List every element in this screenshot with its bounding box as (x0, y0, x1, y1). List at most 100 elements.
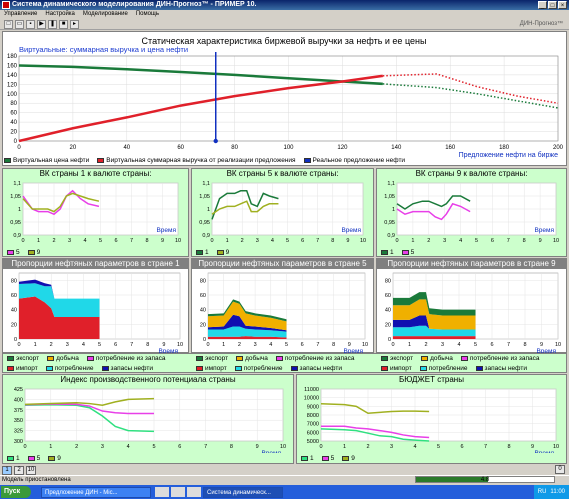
prop-legend-band: экспорт добыча потребление из запаса имп… (2, 353, 567, 373)
main-chart-panel: Статическая характеристика биржевой выру… (2, 31, 567, 166)
x-tick-label: 3 (443, 238, 446, 244)
x-tick-label: 160 (445, 145, 456, 151)
main-chart: Статическая характеристика биржевой выру… (3, 32, 566, 165)
ipp-chart: 012345678910300325350375400425Время (14, 387, 286, 457)
y-tick-label: 20 (200, 322, 206, 328)
x-tick-label: 3 (256, 238, 259, 244)
prop-title: Пропорции нефтяных параметров в стране 9 (377, 259, 566, 269)
open-icon[interactable]: ▭ (15, 19, 24, 29)
y-tick-label: 0 (14, 337, 17, 343)
x-tick-label: 5 (474, 342, 477, 348)
menu-settings[interactable]: Настройка (45, 10, 75, 19)
y-tick-label: 20 (385, 322, 391, 328)
prop-panel-9: Пропорции нефтяных параметров в стране 9… (376, 258, 567, 355)
minimize-icon[interactable]: _ (538, 1, 547, 9)
ipp-title: Индекс производственного потенциала стра… (60, 375, 236, 384)
task-icon[interactable] (155, 487, 169, 497)
legend-item: Виртуальная цена нефти (4, 157, 89, 165)
menu-bar: Управление Настройка Моделирование Помощ… (0, 10, 569, 19)
x-tick-label: 10 (553, 238, 559, 244)
maximize-icon[interactable]: □ (548, 1, 557, 9)
x-tick-label: 7 (507, 238, 510, 244)
x-tick-label: 4 (82, 342, 85, 348)
x-tick-label: 1 (226, 238, 229, 244)
y-tick-label: 0,9 (13, 233, 21, 239)
y-tick-label: 60 (11, 293, 17, 299)
menu-help[interactable]: Помощь (136, 10, 159, 19)
y-tick-label: 9000 (307, 404, 319, 410)
start-button[interactable]: Пуск (1, 486, 31, 498)
x-tick-label: 2 (241, 238, 244, 244)
prop-panel-5: Пропорции нефтяных параметров в стране 5… (191, 258, 374, 355)
x-tick-label: 8 (523, 238, 526, 244)
prop-chart-5: 0 1 2 3 4 5 6 7 8 9 10020406080Время (200, 272, 368, 355)
x-tick-label: 3 (254, 342, 257, 348)
y-tick-label: 20 (10, 130, 17, 136)
y-tick-label: 0,9 (202, 233, 210, 239)
supply-marker-point (213, 138, 218, 144)
progress-value: 4.8 (480, 477, 490, 483)
y-tick-label: 80 (385, 278, 391, 284)
x-tick-label: 6 (491, 238, 494, 244)
y-tick-label: 375 (14, 408, 23, 414)
vk-title: ВК страны 5 к валюте страны: (226, 169, 339, 178)
bottom-right-counter[interactable]: 0 (555, 465, 565, 474)
close-icon[interactable]: × (558, 1, 567, 9)
x-tick-label: 2 (52, 238, 55, 244)
x-tick-label: 7 (130, 238, 133, 244)
y-tick-label: 1 (207, 207, 210, 213)
y-tick-label: 1,05 (10, 194, 21, 200)
y-tick-label: 300 (14, 439, 23, 445)
y-tick-label: 8000 (307, 413, 319, 419)
y-tick-label: 0 (388, 337, 391, 343)
y-tick-label: 400 (14, 397, 23, 403)
window-controls: _ □ × (538, 1, 567, 9)
x-tick-label: 180 (499, 145, 510, 151)
menu-modeling[interactable]: Моделирование (83, 10, 128, 19)
x-tick-label: 20 (70, 145, 77, 151)
tab-2[interactable]: 2 (14, 465, 24, 475)
x-tick-label: 7 (130, 342, 133, 348)
x-tick-label: 8 (523, 342, 526, 348)
language-indicator[interactable]: RU (538, 485, 547, 499)
budget-chart: 0 1 2 3 4 5 6 7 8 9 105000600070008000900010000110… (304, 387, 559, 457)
tab-1[interactable]: 1 (2, 465, 12, 475)
y-tick-label: 5000 (307, 439, 319, 445)
y-tick-label: 160 (7, 63, 18, 69)
toolbar: □ ▭ ▪ ▶ ❚ ■ ▸ (0, 19, 569, 30)
tab-10[interactable]: 10 (26, 465, 36, 475)
x-tick-label: 6 (114, 342, 117, 348)
legend-item: Реальное предложение нефти (303, 157, 405, 165)
prop-legend-1: экспорт добыча потребление из запаса имп… (7, 355, 187, 373)
y-tick-label: 1 (18, 207, 21, 213)
x-tick-label: 0 (210, 238, 213, 244)
pause-icon[interactable]: ❚ (48, 19, 57, 29)
stop-icon[interactable]: ■ (59, 19, 68, 29)
x-tick-label: 40 (123, 145, 130, 151)
legend-item: Виртуальная суммарная выручка от реализа… (97, 157, 296, 165)
task-icon[interactable] (187, 487, 201, 497)
x-tick-label: 5 (99, 238, 102, 244)
menu-control[interactable]: Управление (4, 10, 37, 19)
x-tick-label: 80 (231, 145, 238, 151)
task-word[interactable]: Предложение ДИН - Mic... (41, 486, 151, 498)
task-icon[interactable] (171, 487, 185, 497)
title-bar: Система динамического моделирования ДИН-… (0, 0, 569, 10)
x-tick-label: 9 (256, 444, 259, 450)
save-icon[interactable]: ▪ (26, 19, 35, 29)
x-tick-label: 7 (204, 444, 207, 450)
step-icon[interactable]: ▸ (70, 19, 79, 29)
system-tray: RU 11:00 (533, 485, 569, 499)
x-tick-label: 1 (49, 444, 52, 450)
x-tick-label: 0 (17, 342, 20, 348)
prop-legend-9: экспорт добыча потребление из запаса имп… (381, 355, 567, 373)
x-tick-label: 4 (457, 342, 460, 348)
x-tick-label: 10 (175, 238, 181, 244)
vk-legend: 1 9 (192, 249, 373, 257)
x-tick-label: 4 (83, 238, 86, 244)
play-icon[interactable]: ▶ (37, 19, 46, 29)
task-app[interactable]: Система динамическ... (203, 486, 283, 498)
vk-panel-5: ВК страны 5 к валюте страны: 0 1 2 3 4 5 6 7 8 9 1… (191, 168, 374, 257)
new-icon[interactable]: □ (4, 19, 13, 29)
x-tick-label: 8 (230, 444, 233, 450)
